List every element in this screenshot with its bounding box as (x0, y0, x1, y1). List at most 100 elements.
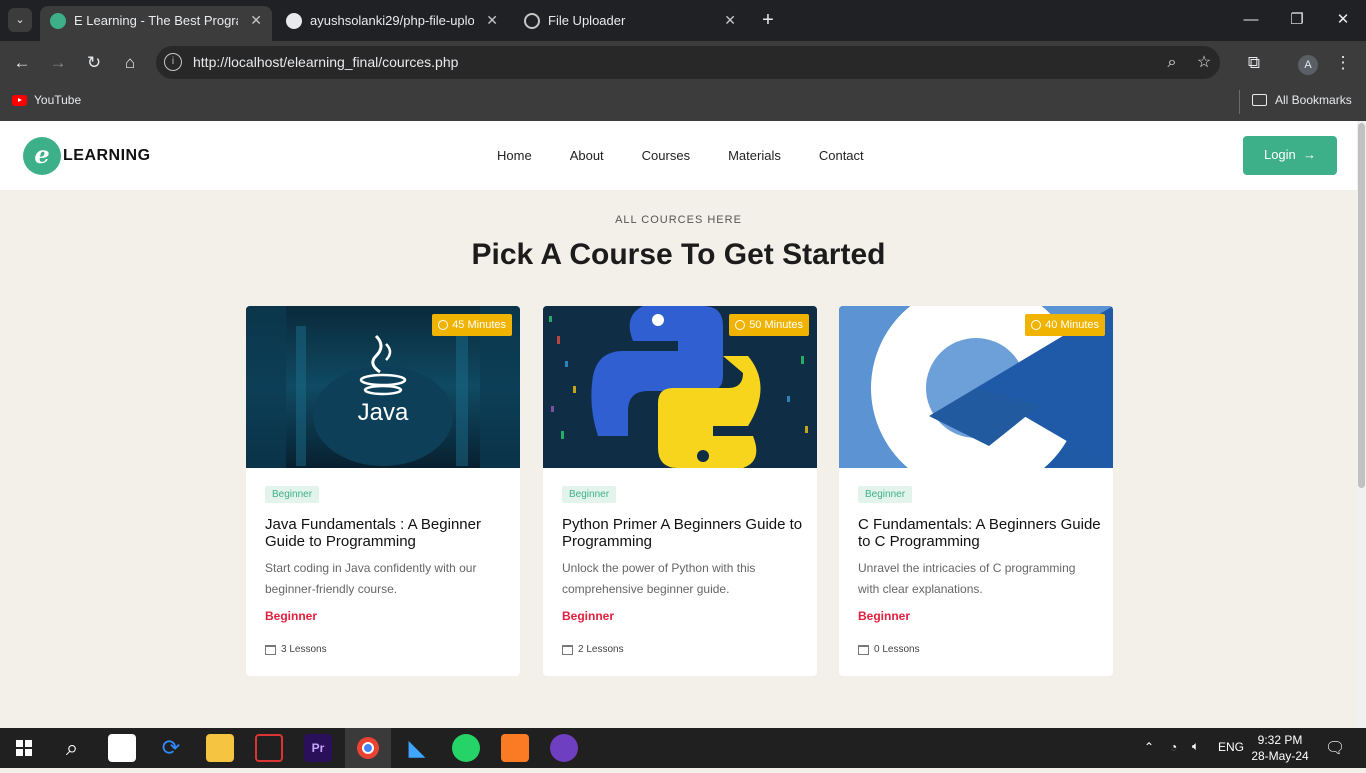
restore-button[interactable]: ❐ (1274, 0, 1320, 40)
course-card[interactable]: Java 45 Minutes Beginner Java Fundamenta… (246, 306, 520, 676)
tab-github[interactable]: ayushsolanki29/php-file-upload ✕ (276, 6, 508, 41)
site-header: e LEARNING Home About Courses Materials … (0, 121, 1357, 190)
duration-badge: 45 Minutes (432, 314, 512, 336)
whatsapp-icon[interactable] (452, 734, 480, 762)
elearning-favicon-icon (50, 13, 66, 29)
lesson-count: 3 Lessons (265, 644, 327, 655)
youtube-icon (12, 94, 27, 106)
close-tab-icon[interactable]: ✕ (486, 6, 498, 35)
extensions-icon[interactable]: ⧉ (1241, 50, 1267, 76)
globe-icon (524, 13, 540, 29)
arrow-right-icon: → (1299, 147, 1317, 162)
level-tag[interactable]: Beginner (858, 486, 913, 503)
profile-avatar[interactable]: A (1298, 55, 1318, 75)
duration-text: 45 Minutes (452, 319, 506, 331)
tab-title: E Learning - The Best Program (74, 13, 238, 28)
lesson-count-text: 2 Lessons (578, 644, 624, 655)
forward-icon[interactable]: → (45, 50, 71, 76)
lesson-count-text: 0 Lessons (874, 644, 920, 655)
bookmark-youtube[interactable]: YouTube (12, 93, 81, 107)
page-scrollbar[interactable] (1357, 121, 1366, 728)
course-title[interactable]: Java Fundamentals : A Beginner Guide to … (265, 516, 510, 550)
close-tab-icon[interactable]: ✕ (250, 6, 262, 35)
python-course-image: 50 Minutes (543, 306, 817, 468)
url-text[interactable]: http://localhost/elearning_final/cources… (193, 54, 458, 70)
file-explorer-icon[interactable] (206, 734, 234, 762)
search-icon[interactable]: ⌕ (58, 734, 86, 762)
login-button[interactable]: Login → (1243, 136, 1337, 175)
nav-courses[interactable]: Courses (642, 148, 690, 163)
course-card[interactable]: 50 Minutes Beginner Python Primer A Begi… (543, 306, 817, 676)
xampp-icon[interactable] (501, 734, 529, 762)
nav-materials[interactable]: Materials (728, 148, 781, 163)
windows-taskbar: ⌕ ⟳ Pr ◣ ⌃ ◔ 🔈︎ ENG 9:32 PM 28-May-24 🗨︎ (0, 728, 1366, 768)
volume-icon[interactable]: 🔈︎ (1192, 739, 1199, 754)
chrome-icon (357, 737, 379, 759)
wifi-icon[interactable]: ◔ (1170, 740, 1177, 754)
scrollbar-thumb[interactable] (1358, 123, 1365, 488)
duration-text: 50 Minutes (749, 319, 803, 331)
notifications-icon[interactable]: 🗨︎ (1325, 738, 1345, 758)
address-bar[interactable]: i http://localhost/elearning_final/courc… (156, 46, 1220, 79)
section-heading: Pick A Course To Get Started (471, 238, 886, 271)
c-course-image: 40 Minutes (839, 306, 1113, 468)
nav-about[interactable]: About (570, 148, 604, 163)
java-course-image: Java 45 Minutes (246, 306, 520, 468)
menu-icon[interactable]: ⋮ (1330, 50, 1356, 76)
duration-text: 40 Minutes (1045, 319, 1099, 331)
reload-icon[interactable]: ↻ (81, 50, 107, 76)
browser-toolbar: ← → ↻ ⌂ i http://localhost/elearning_fin… (0, 41, 1366, 84)
site-logo[interactable]: e LEARNING (23, 137, 151, 175)
logo-mark: e (23, 137, 61, 175)
vscode-icon[interactable]: ◣ (403, 734, 431, 762)
close-window-button[interactable]: ✕ (1320, 0, 1366, 40)
course-title[interactable]: Python Primer A Beginners Guide to Progr… (562, 516, 807, 550)
all-bookmarks-button[interactable]: All Bookmarks (1252, 93, 1352, 107)
store-icon[interactable] (108, 734, 136, 762)
sync-app-icon[interactable]: ⟳ (157, 734, 185, 762)
course-title[interactable]: C Fundamentals: A Beginners Guide to C P… (858, 516, 1103, 550)
language-indicator[interactable]: ENG (1218, 740, 1244, 754)
page-content: e LEARNING Home About Courses Materials … (0, 121, 1357, 728)
chevron-up-icon[interactable]: ⌃ (1144, 740, 1154, 754)
zoom-icon[interactable]: ⌕ (1159, 50, 1185, 76)
back-icon[interactable]: ← (9, 50, 35, 76)
nav-contact[interactable]: Contact (819, 148, 864, 163)
home-icon[interactable]: ⌂ (117, 50, 143, 76)
course-description: Unlock the power of Python with this com… (562, 561, 756, 596)
book-icon (562, 644, 573, 655)
duration-badge: 40 Minutes (1025, 314, 1105, 336)
level-tag[interactable]: Beginner (265, 486, 320, 503)
tab-file-uploader[interactable]: File Uploader ✕ (514, 6, 746, 41)
login-label: Login (1263, 147, 1296, 162)
logo-text: LEARNING (63, 147, 151, 164)
folder-icon (1252, 94, 1267, 106)
windows-start-icon[interactable] (10, 734, 38, 762)
close-tab-icon[interactable]: ✕ (724, 6, 736, 35)
tab-title: File Uploader (548, 13, 626, 28)
minimize-button[interactable]: — (1228, 0, 1274, 40)
course-card[interactable]: 40 Minutes Beginner C Fundamentals: A Be… (839, 306, 1113, 676)
svg-text:Java: Java (358, 399, 409, 426)
clock-icon (438, 320, 449, 330)
new-tab-button[interactable]: + (758, 8, 778, 32)
tab-search-button[interactable]: ⌄ (8, 8, 32, 32)
course-description: Start coding in Java confidently with ou… (265, 561, 477, 596)
github-desktop-icon[interactable] (550, 734, 578, 762)
book-icon (265, 644, 276, 655)
course-level: Beginner (858, 609, 911, 623)
main-nav: Home About Courses Materials Contact (497, 148, 902, 163)
level-tag[interactable]: Beginner (562, 486, 617, 503)
valorant-icon[interactable] (255, 734, 283, 762)
tab-elearning[interactable]: E Learning - The Best Program ✕ (40, 6, 272, 41)
chrome-taskbar-item[interactable] (345, 728, 391, 768)
divider (1239, 90, 1240, 114)
book-icon (858, 644, 869, 655)
bookmark-label: All Bookmarks (1275, 93, 1352, 107)
premiere-pro-icon[interactable]: Pr (304, 734, 332, 762)
site-info-icon[interactable]: i (164, 53, 182, 71)
bookmark-star-icon[interactable]: ☆ (1191, 50, 1217, 76)
system-clock[interactable]: 9:32 PM 28-May-24 (1250, 732, 1310, 764)
nav-home[interactable]: Home (497, 148, 532, 163)
clock-date: 28-May-24 (1251, 749, 1309, 763)
